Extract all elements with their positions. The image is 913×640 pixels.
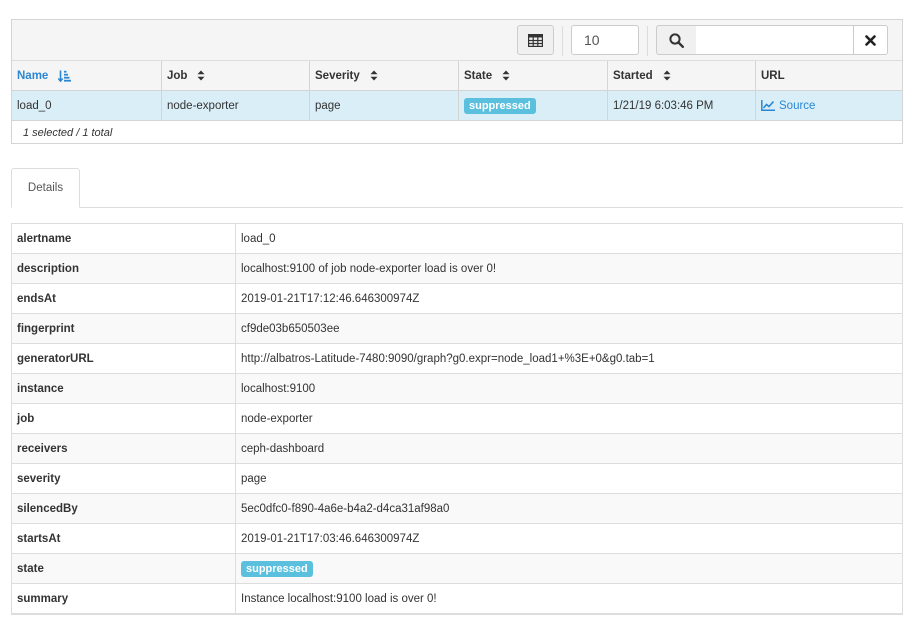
detail-row-silencedby: silencedBy 5ec0dfc0-f890-4a6e-b4a2-d4ca3… bbox=[12, 494, 902, 524]
detail-key: job bbox=[12, 404, 236, 433]
close-icon bbox=[865, 34, 876, 46]
source-link[interactable]: Source bbox=[761, 100, 815, 112]
detail-row-receivers: receivers ceph-dashboard bbox=[12, 434, 902, 464]
detail-row-endsat: endsAt 2019-01-21T17:12:46.646300974Z bbox=[12, 284, 902, 314]
detail-key: alertname bbox=[12, 224, 236, 253]
sort-icon bbox=[197, 70, 205, 81]
detail-key: severity bbox=[12, 464, 236, 493]
column-header-state[interactable]: State bbox=[459, 61, 608, 90]
line-chart-icon bbox=[761, 100, 775, 111]
status-badge: suppressed bbox=[464, 97, 536, 114]
column-header-label: Severity bbox=[315, 69, 360, 82]
search-input[interactable] bbox=[696, 25, 854, 55]
alerts-table-panel: Name Job Severity bbox=[11, 19, 903, 144]
detail-key: summary bbox=[12, 584, 236, 613]
sort-icon bbox=[502, 70, 510, 81]
column-header-label: Name bbox=[17, 69, 49, 82]
column-toggle-button[interactable] bbox=[517, 25, 554, 55]
detail-row-alertname: alertname load_0 bbox=[12, 224, 902, 254]
column-header-started[interactable]: Started bbox=[608, 61, 756, 90]
cell-state: suppressed bbox=[459, 91, 608, 120]
details-table: alertname load_0 description localhost:9… bbox=[11, 223, 903, 615]
sort-icon bbox=[663, 70, 671, 81]
detail-value: node-exporter bbox=[241, 412, 313, 425]
detail-row-state: state suppressed bbox=[12, 554, 902, 584]
tab-label: Details bbox=[27, 182, 64, 194]
detail-value: suppressed bbox=[236, 554, 902, 583]
detail-row-startsat: startsAt 2019-01-21T17:03:46.646300974Z bbox=[12, 524, 902, 554]
clear-search-button[interactable] bbox=[853, 25, 888, 55]
detail-key: silencedBy bbox=[12, 494, 236, 523]
detail-tabs: Details bbox=[11, 168, 903, 208]
search-icon bbox=[669, 32, 684, 48]
tab-details[interactable]: Details bbox=[11, 168, 80, 208]
detail-value: cf9de03b650503ee bbox=[241, 322, 340, 335]
detail-key: generatorURL bbox=[12, 344, 236, 373]
detail-value: 5ec0dfc0-f890-4a6e-b4a2-d4ca31af98a0 bbox=[241, 502, 450, 515]
column-header-job[interactable]: Job bbox=[162, 61, 310, 90]
column-header-label: State bbox=[464, 69, 493, 82]
detail-value: 2019-01-21T17:03:46.646300974Z bbox=[241, 532, 420, 545]
detail-row-instance: instance localhost:9100 bbox=[12, 374, 902, 404]
sort-icon bbox=[370, 70, 378, 81]
detail-key: state bbox=[12, 554, 236, 583]
detail-row-generatorurl: generatorURL http://albatros-Latitude-74… bbox=[12, 344, 902, 374]
detail-value: http://albatros-Latitude-7480:9090/graph… bbox=[241, 352, 655, 365]
detail-value: ceph-dashboard bbox=[241, 442, 325, 455]
cell-started: 1/21/19 6:03:46 PM bbox=[608, 91, 756, 120]
table-row[interactable]: load_0 node-exporter page suppressed 1/2… bbox=[12, 91, 902, 121]
search-button[interactable] bbox=[656, 25, 697, 55]
detail-value: Instance localhost:9100 load is over 0! bbox=[241, 592, 437, 605]
column-header-label: Started bbox=[613, 69, 653, 82]
cell-job: node-exporter bbox=[162, 91, 310, 120]
column-header-severity[interactable]: Severity bbox=[310, 61, 459, 90]
detail-row-fingerprint: fingerprint cf9de03b650503ee bbox=[12, 314, 902, 344]
detail-row-summary: summary Instance localhost:9100 load is … bbox=[12, 584, 902, 614]
column-header-name[interactable]: Name bbox=[12, 61, 162, 90]
cell-name: load_0 bbox=[12, 91, 162, 120]
detail-key: startsAt bbox=[12, 524, 236, 553]
detail-key: receivers bbox=[12, 434, 236, 463]
cell-severity: page bbox=[310, 91, 459, 120]
detail-key: description bbox=[12, 254, 236, 283]
sort-ascending-icon bbox=[58, 70, 72, 82]
detail-key: instance bbox=[12, 374, 236, 403]
detail-value: page bbox=[241, 472, 267, 485]
column-header-url: URL bbox=[756, 61, 902, 90]
column-header-label: Job bbox=[167, 69, 188, 82]
table-footer-info: 1 selected / 1 total bbox=[23, 127, 113, 139]
table-columns-icon bbox=[528, 33, 543, 47]
cell-url: Source bbox=[756, 91, 902, 120]
table-header: Name Job Severity State Started URL bbox=[12, 61, 902, 91]
status-badge: suppressed bbox=[241, 560, 313, 577]
detail-value: 2019-01-21T17:12:46.646300974Z bbox=[241, 292, 420, 305]
detail-value: localhost:9100 of job node-exporter load… bbox=[241, 262, 497, 275]
page-size-input[interactable] bbox=[571, 25, 639, 55]
detail-row-job: job node-exporter bbox=[12, 404, 902, 434]
detail-value: localhost:9100 bbox=[241, 382, 316, 395]
detail-key: endsAt bbox=[12, 284, 236, 313]
detail-value: load_0 bbox=[241, 232, 276, 245]
column-header-label: URL bbox=[761, 69, 785, 82]
source-link-label: Source bbox=[779, 99, 816, 112]
detail-row-severity: severity page bbox=[12, 464, 902, 494]
detail-row-description: description localhost:9100 of job node-e… bbox=[12, 254, 902, 284]
table-toolbar bbox=[12, 20, 902, 61]
detail-key: fingerprint bbox=[12, 314, 236, 343]
